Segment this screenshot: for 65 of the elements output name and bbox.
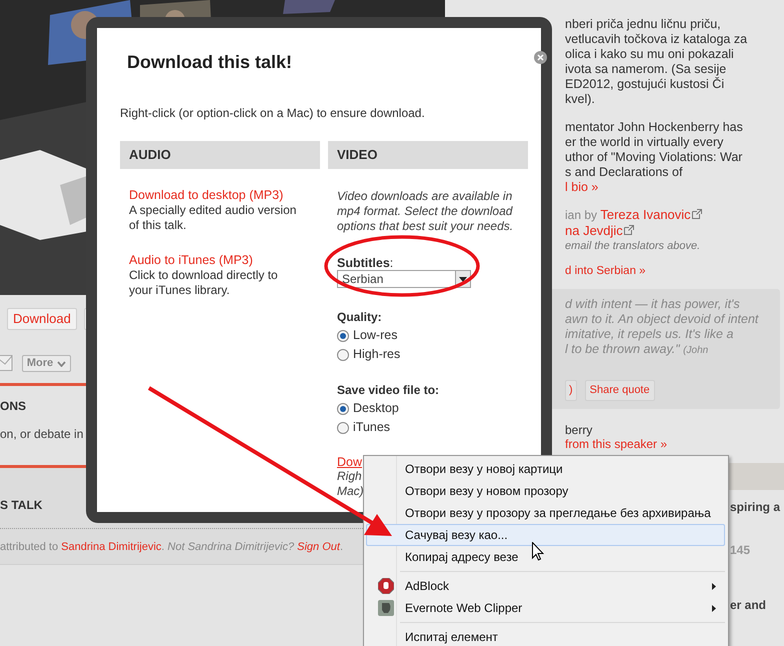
- quote-text: d with intent — it has power, it's awn to it. An object devoid of intent imitative, it repels us. It's like a l to be thrown away." (John: [565, 297, 760, 358]
- radio-button[interactable]: [337, 330, 349, 342]
- radio-label: High-res: [353, 346, 400, 364]
- video-download-link[interactable]: Dow: [337, 455, 362, 469]
- download-note: Mac): [337, 484, 364, 499]
- translated-by-text: ian by: [565, 208, 598, 222]
- user-link[interactable]: Sandrina Dimitrijevic: [61, 541, 162, 553]
- download-note: Righ: [337, 469, 362, 484]
- chevron-down-icon: [57, 360, 66, 366]
- menu-item[interactable]: Сачувај везу као...: [366, 524, 725, 546]
- column-header: AUDIO: [120, 141, 320, 169]
- related-talk-title: er and: [730, 598, 766, 613]
- radio-button[interactable]: [337, 348, 349, 360]
- section-heading: ONS: [0, 398, 26, 415]
- subtitles-label: Subtitles:: [337, 257, 394, 270]
- radio-label: iTunes: [353, 419, 390, 436]
- audio-option-description: Click to download directly to your iTunes library.: [129, 268, 279, 298]
- speaker-bio: mentator John Hockenberry has er the world in virtually every uthor of "Moving Violations: War s and Declarations of l bio »: [565, 120, 743, 195]
- audio-download-link[interactable]: Audio to iTunes (MP3): [129, 253, 320, 268]
- close-button[interactable]: [534, 51, 547, 64]
- translate-link[interactable]: d into Serbian »: [565, 264, 646, 279]
- menu-item[interactable]: Отвори везу у новој картици: [366, 458, 725, 480]
- dropdown-arrow-icon: [459, 276, 467, 282]
- radio-button[interactable]: [337, 402, 349, 414]
- section-text: on, or debate in: [0, 426, 84, 443]
- speaker-talks-link[interactable]: from this speaker »: [565, 437, 668, 451]
- menu-item[interactable]: Испитај елемент: [366, 626, 725, 646]
- translator-link[interactable]: Tereza Ivanovic: [600, 207, 691, 222]
- save-location-label: Save video file to:: [337, 382, 440, 399]
- dialog-instructions: Right-click (or option-click on a Mac) to ensure download.: [120, 105, 426, 122]
- radio-button[interactable]: [337, 422, 349, 434]
- menu-item[interactable]: Отвори везу у новом прозору: [366, 480, 725, 502]
- translator-link[interactable]: na Jevdjic: [565, 223, 623, 238]
- download-button[interactable]: Download: [7, 308, 77, 330]
- talk-description: nberi priča jednu ličnu priču, vetlucavih točkova iz kataloga za olica i kako su mu oni pokazali ivota sa namerom. (Sa sesije ED2012, gostujući kustosi Či kvel).: [565, 17, 748, 107]
- related-talk-title: 145: [730, 543, 750, 558]
- share-quote-button[interactable]: Share quote: [584, 380, 655, 401]
- sign-out-link[interactable]: Sign Out: [297, 541, 340, 553]
- section-heading: S TALK: [0, 497, 42, 514]
- speaker-name: berry: [565, 423, 592, 437]
- audio-download-link[interactable]: Download to desktop (MP3): [129, 188, 320, 203]
- dialog-title: Download this talk!: [127, 51, 292, 74]
- mouse-cursor-icon: [532, 542, 544, 561]
- quote-button[interactable]: ): [565, 380, 577, 401]
- menu-item[interactable]: AdBlock: [366, 575, 725, 597]
- radio-label: Desktop: [353, 400, 399, 418]
- related-talk-title: spiring a: [730, 500, 780, 515]
- translators-note: email the translators above.: [565, 239, 700, 254]
- more-button[interactable]: More: [22, 355, 71, 372]
- attribution-text: attributed to Sandrina Dimitrijevic. Not Sandrina Dimitrijevic? Sign Out.: [0, 540, 344, 555]
- external-link-icon: [692, 209, 702, 219]
- elephant-icon: [378, 600, 394, 616]
- radio-label: Low-res: [353, 327, 398, 344]
- subtitles-select[interactable]: Serbian: [337, 270, 471, 288]
- external-link-icon: [624, 225, 634, 235]
- audio-option-description: A specially edited audio version of this talk.: [129, 203, 298, 233]
- close-icon: [537, 54, 544, 61]
- menu-item[interactable]: Отвори везу у прозору за прегледање без архивирања: [366, 502, 725, 524]
- menu-item[interactable]: Evernote Web Clipper: [366, 597, 725, 619]
- video-description: Video downloads are available in mp4 format. Select the download options that best suit your needs.: [336, 189, 514, 234]
- column-header: VIDEO: [328, 141, 528, 169]
- menu-item[interactable]: Копирај адресу везе: [366, 546, 725, 568]
- quality-label: Quality:: [337, 309, 382, 326]
- full-bio-link[interactable]: l bio »: [565, 180, 598, 194]
- stop-hand-icon: [378, 578, 394, 594]
